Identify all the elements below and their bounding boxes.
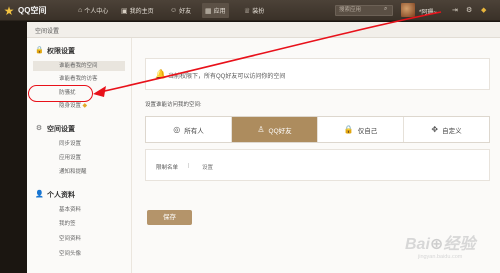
nav-label: 装扮: [252, 9, 265, 15]
nav-label: 应用: [213, 9, 226, 15]
save-button[interactable]: 保存: [147, 210, 192, 225]
nav-my-homepage[interactable]: ▣ 我的主页: [121, 3, 154, 18]
grid-icon: ▦: [205, 7, 212, 15]
blacklist-settings-link[interactable]: 设置: [202, 163, 213, 171]
lock-icon: 🔒: [35, 47, 44, 54]
vip-diamond-icon[interactable]: ◆: [481, 6, 486, 14]
lock-icon: 🔒: [343, 125, 354, 134]
sidebar-item-label: 隐身设置: [59, 103, 82, 109]
sidebar-item-who-can-view[interactable]: 谁能看我的空间: [33, 61, 125, 71]
blacklist-label: 限制名单: [156, 165, 179, 171]
access-options: ◎ 所有人 ♙ QQ好友 🔒 仅自己 ✥ 自定义: [145, 116, 490, 143]
nav-decorate[interactable]: ♕ 装扮: [244, 3, 264, 18]
globe-icon: ◎: [173, 125, 181, 134]
search-icon[interactable]: ⌕: [384, 6, 387, 13]
option-everyone[interactable]: ◎ 所有人: [146, 117, 232, 142]
avatar[interactable]: [401, 3, 415, 17]
section-title: 个人资料: [47, 192, 75, 199]
separator: |: [188, 163, 190, 169]
house-icon: ▣: [121, 7, 128, 15]
custom-icon: ✥: [431, 125, 439, 134]
nav-personal-center[interactable]: ⌂ 个人中心: [78, 3, 108, 18]
option-label: 自定义: [442, 127, 462, 135]
top-navigation-bar: ★ QQ空间 ⌂ 个人中心 ▣ 我的主页 ☺ 好友 ▦ 应用 ♕ 装扮 搜索应用…: [0, 0, 500, 21]
page-title: 空间设置: [35, 29, 60, 35]
qq-penguin-icon: ♙: [257, 125, 265, 134]
option-label: 所有人: [184, 127, 204, 135]
option-custom[interactable]: ✥ 自定义: [404, 117, 489, 142]
user-icon: 👤: [35, 191, 44, 198]
option-label: 仅自己: [357, 127, 378, 135]
section-title: 空间设置: [47, 126, 75, 133]
sidebar-item-space-info[interactable]: 空间资料: [33, 234, 125, 244]
sidebar-item-space-avatar[interactable]: 空间头像: [33, 249, 125, 259]
who-can-access-label: 设置谁能访问我的空间:: [145, 102, 202, 108]
vip-diamond-icon: ◆: [82, 103, 88, 109]
sidebar-item-basic-info[interactable]: 基本资料: [33, 205, 125, 215]
sidebar-item-sync[interactable]: 同步设置: [33, 139, 125, 149]
panel-header: 空间设置: [27, 22, 500, 38]
bell-icon: 🔔: [155, 69, 167, 79]
sidebar-item-invisible[interactable]: 隐身设置 ◆: [33, 101, 125, 111]
option-only-me[interactable]: 🔒 仅自己: [318, 117, 404, 142]
section-space-settings: ⚙ 空间设置: [35, 124, 75, 134]
section-permissions: 🔒 权限设置: [35, 46, 75, 56]
notice-text: 当前权限下，所有QQ好友可以访问你的空间: [168, 74, 286, 80]
section-title: 权限设置: [47, 48, 75, 55]
blacklist-row: 限制名单 | 设置: [145, 149, 490, 181]
option-label: QQ好友: [268, 127, 292, 135]
permission-notice: 🔔 当前权限下，所有QQ好友可以访问你的空间: [145, 58, 490, 90]
section-profile: 👤 个人资料: [35, 190, 75, 200]
sidebar-item-app-settings[interactable]: 应用设置: [33, 153, 125, 163]
friends-icon: ☺: [170, 7, 178, 14]
shirt-icon: ♕: [244, 7, 251, 15]
nav-friends[interactable]: ☺ 好友: [170, 3, 191, 18]
logout-icon[interactable]: ⇥: [452, 6, 458, 14]
qzone-logo[interactable]: ★ QQ空间: [3, 3, 47, 18]
option-qq-friends[interactable]: ♙ QQ好友: [232, 117, 318, 142]
watermark-url: jingyan.baidu.com: [418, 254, 463, 260]
gear-icon: ⚙: [35, 125, 43, 132]
sidebar-item-who-can-see-visitors[interactable]: 谁能看我的访客: [33, 74, 125, 84]
brand-name: QQ空间: [18, 6, 47, 15]
nav-apps[interactable]: ▦ 应用: [202, 3, 229, 18]
settings-icon[interactable]: ⚙: [466, 6, 472, 14]
star-icon: ★: [3, 3, 15, 18]
baidu-watermark: Bai⊕经验: [405, 236, 476, 253]
nav-label: 我的主页: [129, 9, 154, 15]
settings-sidebar: 🔒 权限设置 谁能看我的空间 谁能看我的访客 防骚扰 隐身设置 ◆ ⚙ 空间设置…: [27, 38, 132, 273]
sidebar-item-notifications[interactable]: 通知和提醒: [33, 167, 125, 177]
home-icon: ⌂: [78, 7, 83, 14]
nav-label: 个人中心: [84, 9, 109, 15]
nav-label: 好友: [179, 9, 192, 15]
username[interactable]: *阿珊~: [419, 7, 437, 16]
highlight-circle: [28, 85, 93, 102]
sidebar-item-my-tags[interactable]: 我的签: [33, 219, 125, 229]
